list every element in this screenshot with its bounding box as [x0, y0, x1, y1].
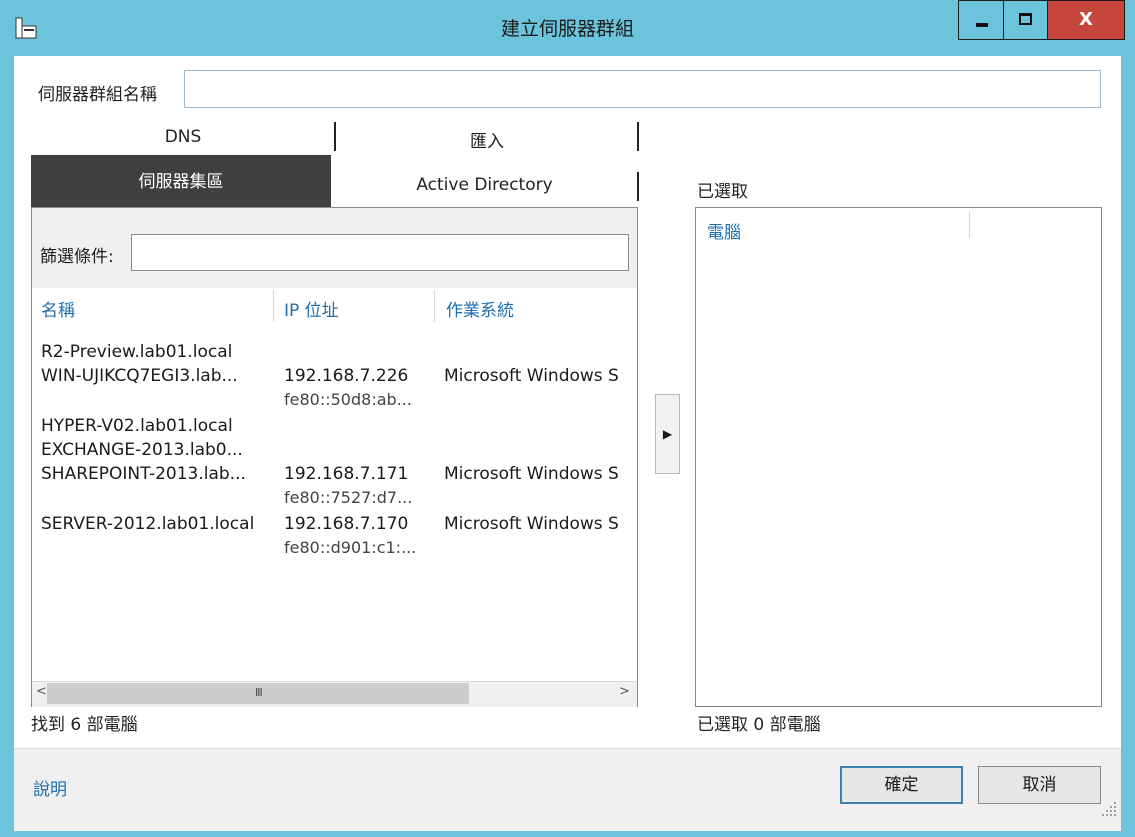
tab-import[interactable]: 匯入 — [336, 127, 638, 152]
column-header-os[interactable]: 作業系統 — [446, 296, 514, 321]
found-count: 找到 6 部電腦 — [31, 715, 138, 735]
tab-separator — [637, 122, 639, 151]
table-row[interactable]: WIN-UJIKCQ7EGI3.lab... 192.168.7.226 fe8… — [33, 364, 636, 412]
column-separator[interactable] — [969, 212, 970, 238]
column-separator[interactable] — [434, 290, 435, 322]
maximize-button[interactable] — [1004, 0, 1048, 40]
tab-active-directory[interactable]: Active Directory — [331, 175, 638, 195]
cell-name: R2-Preview.lab01.local — [41, 342, 233, 362]
selected-heading: 已選取 — [697, 182, 748, 202]
column-header-ip[interactable]: IP 位址 — [284, 296, 339, 321]
column-header-name[interactable]: 名稱 — [41, 296, 75, 321]
scrollbar-grip-icon: III — [255, 686, 263, 699]
cell-ip: 192.168.7.226 — [284, 366, 409, 386]
cancel-button[interactable]: 取消 — [978, 766, 1101, 804]
cell-name: HYPER-V02.lab01.local — [41, 416, 233, 436]
table-row[interactable]: HYPER-V02.lab01.local — [33, 414, 636, 438]
table-row[interactable]: SHAREPOINT-2013.lab... 192.168.7.171 fe8… — [33, 462, 636, 510]
scroll-left-arrow-icon[interactable]: < — [36, 684, 47, 699]
cell-name: SHAREPOINT-2013.lab... — [41, 464, 246, 484]
server-list: R2-Preview.lab01.local WIN-UJIKCQ7EGI3.l… — [33, 340, 636, 680]
tab-dns[interactable]: DNS — [31, 127, 335, 147]
group-name-label: 伺服器群組名稱 — [38, 85, 157, 105]
cell-ip: 192.168.7.170 — [284, 514, 409, 534]
tab-server-pool[interactable]: 伺服器集區 — [31, 155, 331, 209]
selected-column-header[interactable]: 電腦 — [707, 218, 741, 243]
minimize-button[interactable] — [958, 0, 1004, 40]
scroll-right-arrow-icon[interactable]: > — [619, 684, 630, 699]
cell-name: EXCHANGE-2013.lab0... — [41, 440, 243, 460]
close-icon: X — [1079, 9, 1093, 30]
cell-ip-v6: fe80::7527:d7... — [284, 488, 413, 507]
minimize-icon — [976, 23, 988, 27]
cell-os: Microsoft Windows S — [444, 514, 619, 534]
help-link[interactable]: 說明 — [33, 775, 67, 800]
group-name-input[interactable] — [184, 70, 1101, 108]
ok-button[interactable]: 確定 — [840, 766, 963, 804]
resize-grip-icon[interactable] — [1100, 800, 1118, 818]
cell-ip-v6: fe80::50d8:ab... — [284, 390, 412, 409]
window-frame-bottom — [0, 830, 1135, 837]
column-separator[interactable] — [273, 290, 274, 322]
filter-label: 篩選條件: — [40, 247, 114, 267]
maximize-icon — [1019, 13, 1032, 25]
arrow-right-icon: ▶ — [662, 427, 673, 441]
table-row[interactable]: SERVER-2012.lab01.local 192.168.7.170 fe… — [33, 512, 636, 560]
tab-separator — [637, 172, 639, 201]
cell-os: Microsoft Windows S — [444, 366, 619, 386]
window-frame-left — [0, 56, 14, 837]
table-row[interactable]: EXCHANGE-2013.lab0... — [33, 438, 636, 462]
cell-ip: 192.168.7.171 — [284, 464, 409, 484]
selected-list-panel — [695, 207, 1102, 707]
add-to-selected-button[interactable]: ▶ — [655, 394, 680, 474]
cell-name: SERVER-2012.lab01.local — [41, 514, 255, 534]
cell-name: WIN-UJIKCQ7EGI3.lab... — [41, 366, 238, 386]
cell-ip-v6: fe80::d901:c1:... — [284, 538, 417, 557]
cell-os: Microsoft Windows S — [444, 464, 619, 484]
table-row[interactable]: R2-Preview.lab01.local — [33, 340, 636, 364]
filter-input[interactable] — [131, 234, 629, 271]
selected-count: 已選取 0 部電腦 — [697, 715, 821, 735]
window-frame-right — [1121, 56, 1135, 837]
close-button[interactable]: X — [1048, 0, 1125, 40]
